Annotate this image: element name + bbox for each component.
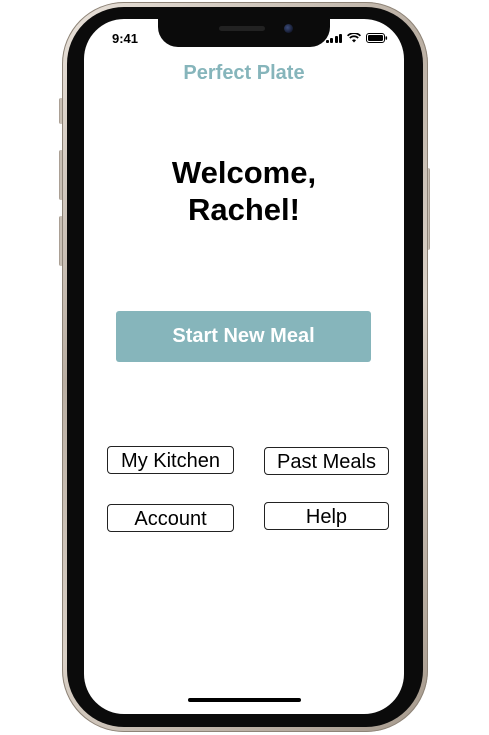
phone-screen: 9:41 Perfect Plate Welcome, Rachel! Star… [84, 19, 404, 714]
signal-icon [325, 33, 342, 43]
past-meals-button[interactable]: Past Meals [264, 447, 389, 475]
device-mockup: 9:41 Perfect Plate Welcome, Rachel! Star… [0, 0, 489, 735]
speaker-grille [219, 26, 265, 31]
help-button[interactable]: Help [264, 502, 389, 530]
status-icons [325, 33, 389, 43]
account-button[interactable]: Account [107, 504, 234, 532]
status-time: 9:41 [112, 31, 139, 46]
app-title: Perfect Plate [183, 62, 305, 84]
wifi-icon [347, 33, 361, 43]
home-indicator[interactable] [188, 698, 301, 702]
notch [158, 19, 330, 47]
welcome-line: Welcome, [171, 155, 317, 190]
start-new-meal-button[interactable]: Start New Meal [116, 311, 371, 362]
my-kitchen-button[interactable]: My Kitchen [107, 446, 234, 474]
user-name: Rachel! [188, 192, 300, 227]
battery-icon [366, 33, 388, 43]
camera-icon [284, 24, 293, 33]
welcome-heading: Welcome, Rachel! [84, 154, 404, 228]
